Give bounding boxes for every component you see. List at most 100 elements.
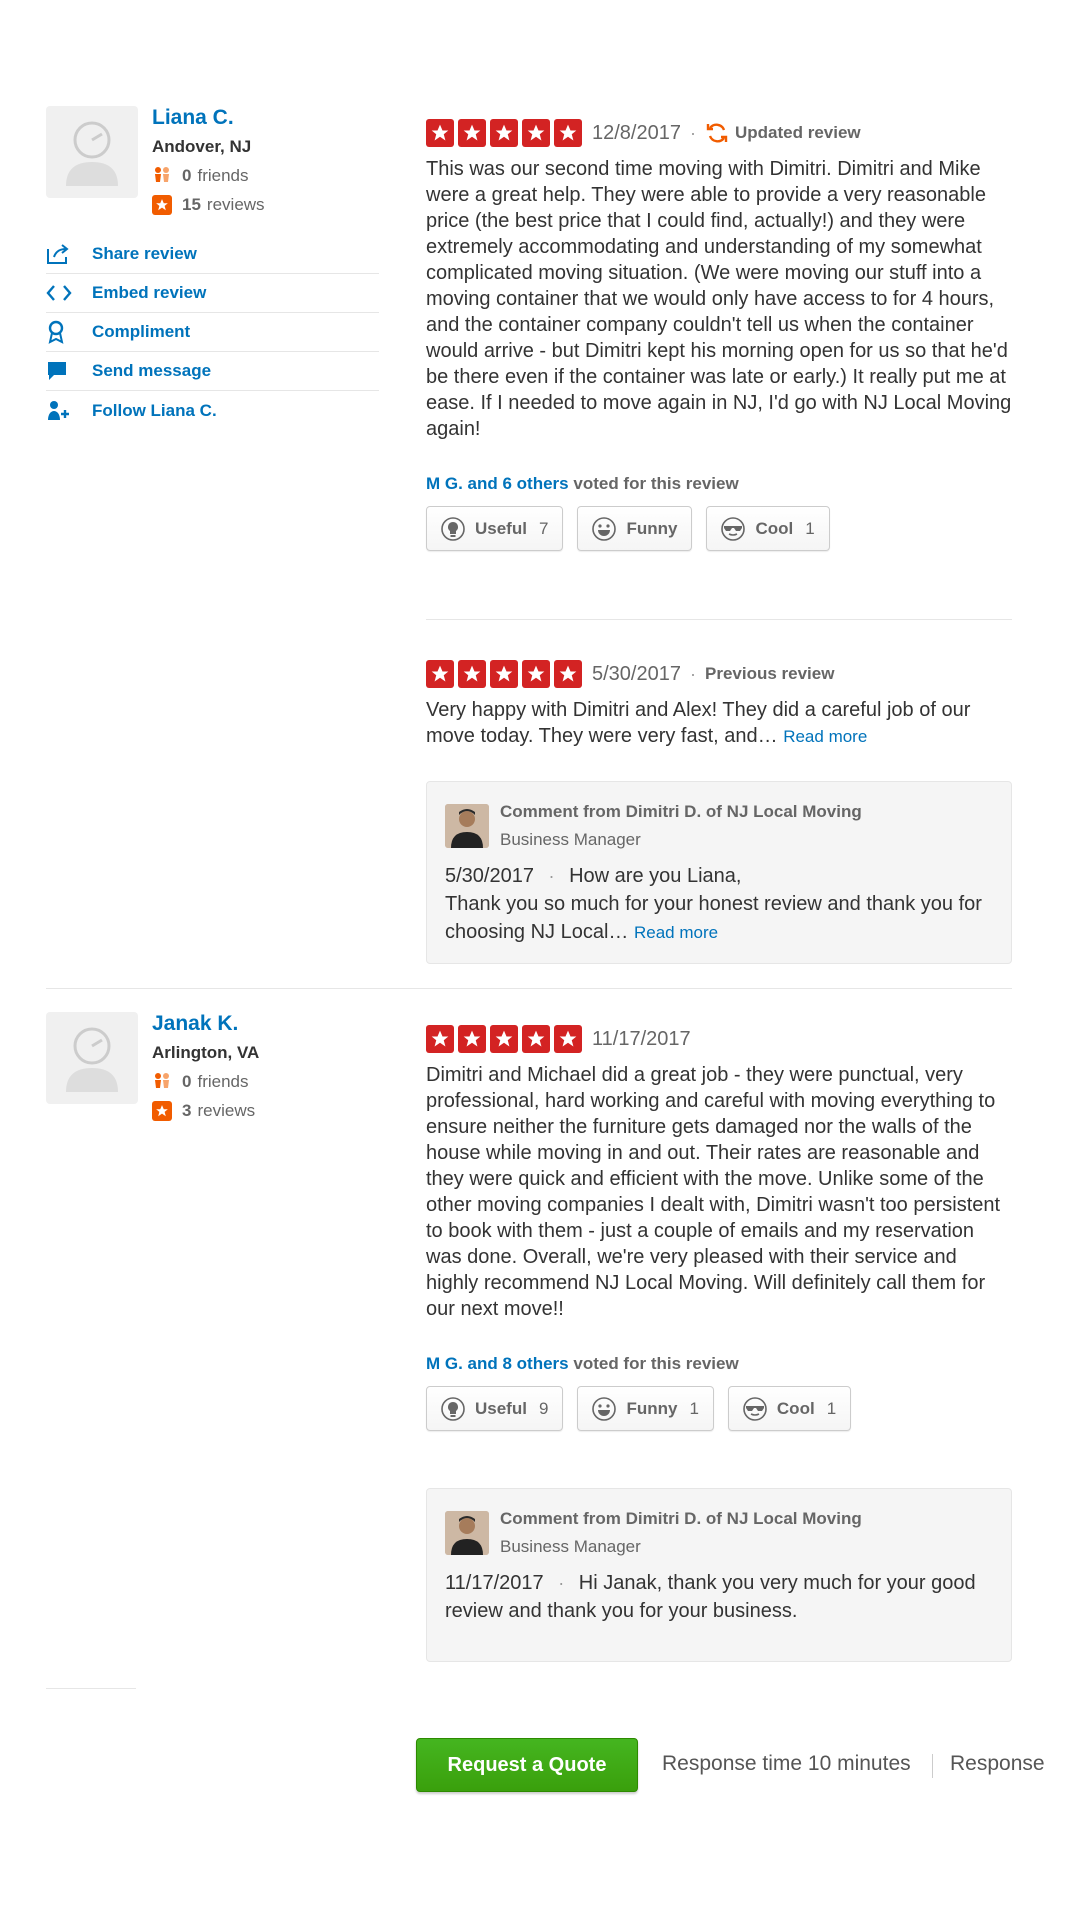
friends-icon: [152, 166, 172, 186]
message-icon: [46, 360, 92, 382]
business-owner-avatar[interactable]: [445, 804, 489, 848]
voters-link[interactable]: M G. and 6 others: [426, 474, 569, 493]
review-content: 11/17/2017 Dimitri and Michael did a gre…: [426, 1024, 1012, 1431]
star-icon: [522, 119, 550, 147]
funny-face-icon: [592, 516, 617, 541]
user-avatar[interactable]: [46, 1012, 138, 1104]
read-more-link[interactable]: Read more: [634, 923, 718, 942]
embed-review-label: Embed review: [92, 283, 207, 302]
cool-button[interactable]: Cool 1: [706, 506, 830, 551]
friend-count-label: friends: [197, 166, 249, 185]
quote-cta-bar: Request a Quote Response time 10 minutes…: [0, 1730, 1080, 1800]
cool-count: 1: [826, 1398, 837, 1418]
cool-button[interactable]: Cool 1: [727, 1386, 852, 1431]
useful-bulb-icon: [441, 1396, 465, 1421]
review-count-value: 15: [182, 195, 201, 214]
star-icon: [458, 1025, 486, 1053]
star-icon: [458, 660, 486, 688]
review-snippet: Very happy with Dimitri and Alex! They d…: [426, 699, 971, 747]
user-location: Andover, NJ: [152, 137, 252, 156]
cool-label: Cool: [776, 1398, 815, 1418]
star-icon: [426, 660, 454, 688]
user-location: Arlington, VA: [152, 1043, 260, 1062]
comment-author: Comment from Dimitri D. of NJ Local Movi…: [500, 802, 862, 821]
voted-summary: M G. and 6 others voted for this review: [426, 474, 1012, 494]
follow-user-action[interactable]: Follow Liana C.: [46, 391, 379, 430]
compliment-label: Compliment: [92, 322, 191, 341]
rating-row: 5/30/2017 · Previous review: [426, 659, 1012, 689]
updated-review-tag: Updated review: [705, 122, 861, 144]
response-rate: Response: [950, 1752, 1045, 1775]
comment-date: 5/30/2017: [445, 865, 534, 887]
friend-count-value: 0: [182, 1072, 192, 1091]
share-icon: [46, 243, 92, 265]
useful-label: Useful: [475, 1398, 527, 1418]
comment-body: 11/17/2017 · Hi Janak, thank you very mu…: [445, 1569, 993, 1625]
cool-count: 1: [805, 518, 815, 538]
useful-button[interactable]: Useful 7: [426, 506, 564, 551]
compliment-icon: [46, 320, 92, 344]
compliment-action[interactable]: Compliment: [46, 313, 379, 352]
review-text: This was our second time moving with Dim…: [426, 158, 1012, 440]
vote-buttons: Useful 7 Funny Cool 1: [426, 506, 1012, 551]
voters-link[interactable]: M G. and 8 others: [426, 1354, 569, 1373]
business-owner-avatar[interactable]: [445, 1511, 489, 1555]
rating-row: 12/8/2017 · Updated review: [426, 118, 1012, 148]
read-more-link[interactable]: Read more: [783, 727, 867, 746]
review-count-label: reviews: [197, 1101, 256, 1120]
divider: [426, 619, 1012, 620]
voted-suffix: voted for this review: [573, 474, 739, 493]
cool-sunglasses-icon: [721, 516, 746, 541]
star-icon: [554, 119, 582, 147]
comment-author: Comment from Dimitri D. of NJ Local Movi…: [500, 1509, 862, 1528]
voted-suffix: voted for this review: [573, 1354, 739, 1373]
friends-icon: [152, 1072, 172, 1092]
star-icon: [522, 660, 550, 688]
star-icon: [554, 660, 582, 688]
rating-row: 11/17/2017: [426, 1024, 1012, 1054]
default-avatar-icon: [66, 121, 118, 186]
embed-icon: [46, 284, 92, 302]
star-icon: [554, 1025, 582, 1053]
separator: [932, 1754, 933, 1778]
share-review-label: Share review: [92, 244, 197, 263]
separator-dot: ·: [558, 1573, 565, 1593]
useful-button[interactable]: Useful 9: [426, 1386, 564, 1431]
default-avatar-icon: [66, 1027, 118, 1092]
funny-button[interactable]: Funny 1: [577, 1386, 714, 1431]
share-review-action[interactable]: Share review: [46, 235, 379, 274]
comment-author-role: Business Manager: [500, 1537, 641, 1556]
star-rating: [426, 119, 582, 147]
review-date: 11/17/2017: [592, 1027, 691, 1050]
request-quote-button[interactable]: Request a Quote: [416, 1738, 638, 1792]
send-message-label: Send message: [92, 361, 212, 380]
useful-bulb-icon: [441, 516, 465, 541]
updated-review-label: Updated review: [734, 123, 861, 142]
user-name-link[interactable]: Janak K.: [152, 1012, 238, 1036]
user-avatar[interactable]: [46, 106, 138, 198]
review-count: 3 reviews: [152, 1101, 255, 1121]
refresh-icon: [706, 123, 728, 143]
friend-count-label: friends: [197, 1072, 249, 1091]
star-rating: [426, 660, 582, 688]
star-icon: [490, 119, 518, 147]
friend-count: 0 friends: [152, 166, 249, 186]
useful-count: 7: [538, 518, 549, 538]
user-name-link[interactable]: Liana C.: [152, 106, 234, 130]
review-text: Dimitri and Michael did a great job - th…: [426, 1064, 1001, 1320]
review-divider: [46, 988, 1012, 989]
embed-review-action[interactable]: Embed review: [46, 274, 379, 313]
funny-face-icon: [592, 1396, 617, 1421]
funny-button[interactable]: Funny: [577, 506, 693, 551]
previous-review: 5/30/2017 · Previous review Very happy w…: [426, 659, 1012, 750]
business-comment: Comment from Dimitri D. of NJ Local Movi…: [426, 781, 1012, 964]
send-message-action[interactable]: Send message: [46, 352, 379, 391]
friend-count-value: 0: [182, 166, 192, 185]
useful-count: 9: [538, 1398, 549, 1418]
star-icon: [426, 119, 454, 147]
review-text: Very happy with Dimitri and Alex! They d…: [426, 697, 1012, 750]
business-comment: Comment from Dimitri D. of NJ Local Movi…: [426, 1488, 1012, 1662]
review-date: 5/30/2017: [592, 662, 681, 685]
separator-dot: ·: [548, 866, 555, 886]
star-icon: [522, 1025, 550, 1053]
